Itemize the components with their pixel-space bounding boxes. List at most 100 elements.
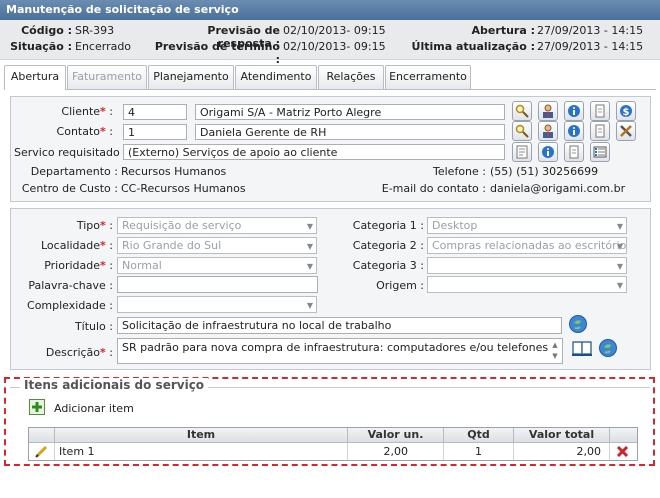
categoria2-select[interactable]: Compras relacionadas ao escritório ▼ xyxy=(427,237,627,254)
add-icon[interactable] xyxy=(29,399,45,415)
globe-titulo-icon[interactable] xyxy=(568,314,588,334)
info-servico-icon[interactable] xyxy=(538,142,558,162)
document-contato-icon[interactable] xyxy=(590,121,610,141)
email-value: daniela@origami.com.br xyxy=(490,182,626,195)
tab-abertura[interactable]: Abertura xyxy=(4,65,66,90)
departamento-label: Departamento : xyxy=(30,165,118,178)
descricao-label: Descrição* : xyxy=(45,346,113,359)
telefone-value: (55) (51) 30256699 xyxy=(490,165,599,178)
dollar-cliente-icon[interactable]: $ xyxy=(616,101,636,121)
tab-divider xyxy=(4,89,656,90)
table-header-item: Item xyxy=(55,428,348,443)
prioridade-select[interactable]: Normal ▼ xyxy=(117,257,317,274)
form-servico-icon[interactable] xyxy=(512,142,532,162)
items-legend: Itens adicionais do serviço xyxy=(20,378,209,392)
centro-value: CC-Recursos Humanos xyxy=(121,182,246,195)
cliente-id-input[interactable]: 4 xyxy=(123,104,187,120)
cliente-label: Cliente* : xyxy=(61,105,113,118)
departamento-value: Recursos Humanos xyxy=(121,165,227,178)
categoria3-select[interactable]: ▼ xyxy=(427,257,627,274)
tipo-value: Requisição de serviço xyxy=(122,219,242,232)
prev-term-value: 02/10/2013- 09:15 xyxy=(283,40,386,53)
tab-encerramento[interactable]: Encerramento xyxy=(385,65,471,89)
tab-planejamento[interactable]: Planejamento xyxy=(148,65,234,89)
titulo-input[interactable]: Solicitação de infraestrutura no local d… xyxy=(117,317,562,334)
descricao-textarea[interactable]: SR padrão para nova compra de infraestru… xyxy=(117,338,563,364)
svg-text:$: $ xyxy=(623,107,630,118)
chevron-down-icon: ▼ xyxy=(306,222,313,231)
complexidade-select[interactable]: ▼ xyxy=(117,296,317,313)
centro-label: Centro de Custo : xyxy=(21,182,118,195)
categoria1-label: Categoria 1 : xyxy=(352,219,424,232)
window-title: Manutenção de solicitação de serviço xyxy=(0,0,660,20)
abertura-label: Abertura : xyxy=(471,24,535,37)
tools-contato-icon[interactable] xyxy=(616,121,636,141)
localidade-select[interactable]: Rio Grande do Sul ▼ xyxy=(117,237,317,254)
tipo-label: Tipo* : xyxy=(76,219,113,232)
prev-resp-value: 02/10/2013- 09:15 xyxy=(283,24,386,37)
chevron-down-icon: ▼ xyxy=(616,262,623,271)
servico-input[interactable]: (Externo) Serviços de apoio ao cliente xyxy=(123,144,505,160)
tipo-select[interactable]: Requisição de serviço ▼ xyxy=(117,217,317,234)
search-cliente-icon[interactable] xyxy=(512,101,532,121)
titulo-label: Título : xyxy=(74,320,113,333)
chevron-down-icon: ▼ xyxy=(616,222,623,231)
tab-atendimento[interactable]: Atendimento xyxy=(235,65,317,89)
chevron-down-icon: ▼ xyxy=(616,281,623,290)
table-header-valor-total: Valor total xyxy=(514,428,610,443)
prioridade-label: Prioridade* : xyxy=(44,259,113,272)
globe-descricao-icon[interactable] xyxy=(598,338,618,358)
contato-name-input[interactable]: Daniela Gerente de RH xyxy=(195,124,505,140)
add-item-button[interactable]: Adicionar item xyxy=(54,402,134,415)
info-contato-icon[interactable] xyxy=(564,121,584,141)
book-descricao-icon[interactable] xyxy=(571,338,593,358)
ultima-label: Última atualização : xyxy=(411,40,535,53)
table-cell-valor-total: 2,00 xyxy=(514,443,610,460)
table-header-edit xyxy=(29,428,55,443)
localidade-label: Localidade* : xyxy=(40,239,113,252)
servico-label: Servico requisitado : xyxy=(14,146,127,159)
items-table: Item Valor un. Qtd Valor total Item 1 2,… xyxy=(28,427,638,461)
tab-relacoes[interactable]: Relações xyxy=(318,65,384,89)
contato-id-input[interactable]: 1 xyxy=(123,124,187,140)
chevron-down-icon: ▼ xyxy=(616,242,623,251)
info-cliente-icon[interactable] xyxy=(564,101,584,121)
categoria1-select[interactable]: Desktop ▼ xyxy=(427,217,627,234)
chevron-down-icon: ▼ xyxy=(306,262,313,271)
situacao-value: Encerrado xyxy=(75,40,132,53)
localidade-value: Rio Grande do Sul xyxy=(122,239,222,252)
cliente-name-input[interactable]: Origami S/A - Matriz Porto Alegre xyxy=(195,104,505,120)
palavra-chave-input[interactable] xyxy=(117,276,318,293)
table-header-delete xyxy=(610,428,637,443)
ultima-value: 27/09/2013 - 14:15 xyxy=(537,40,644,53)
categoria2-label: Categoria 2 : xyxy=(352,239,424,252)
table-header-qtd: Qtd xyxy=(444,428,514,443)
tab-faturamento[interactable]: Faturamento xyxy=(67,65,147,89)
list-servico-icon[interactable] xyxy=(590,142,610,162)
textarea-scroll-icon[interactable]: ▲ ▼ xyxy=(550,340,560,362)
search-contato-icon[interactable] xyxy=(512,121,532,141)
categoria2-value: Compras relacionadas ao escritório xyxy=(432,239,627,252)
user-contato-icon[interactable] xyxy=(538,121,558,141)
prioridade-value: Normal xyxy=(122,259,162,272)
situacao-label: Situação : xyxy=(10,40,72,53)
table-cell-qtd: 1 xyxy=(444,443,514,460)
categoria3-label: Categoria 3 : xyxy=(352,259,424,272)
complexidade-label: Complexidade : xyxy=(27,299,113,312)
codigo-value: SR-393 xyxy=(75,24,115,37)
origem-select[interactable]: ▼ xyxy=(427,276,627,293)
telefone-label: Telefone : xyxy=(433,165,486,178)
delete-icon[interactable] xyxy=(610,443,637,460)
contato-label: Contato* : xyxy=(56,125,113,138)
user-cliente-icon[interactable] xyxy=(538,101,558,121)
document-servico-icon[interactable] xyxy=(564,142,584,162)
categoria1-value: Desktop xyxy=(432,219,478,232)
palavra-chave-label: Palavra-chave : xyxy=(28,279,113,292)
prev-term-label: Previsão de término : xyxy=(154,40,280,66)
chevron-down-icon: ▼ xyxy=(306,242,313,251)
origem-label: Origem : xyxy=(376,279,424,292)
edit-icon[interactable] xyxy=(29,443,55,460)
abertura-value: 27/09/2013 - 14:15 xyxy=(537,24,644,37)
document-cliente-icon[interactable] xyxy=(590,101,610,121)
chevron-down-icon: ▼ xyxy=(306,301,313,310)
